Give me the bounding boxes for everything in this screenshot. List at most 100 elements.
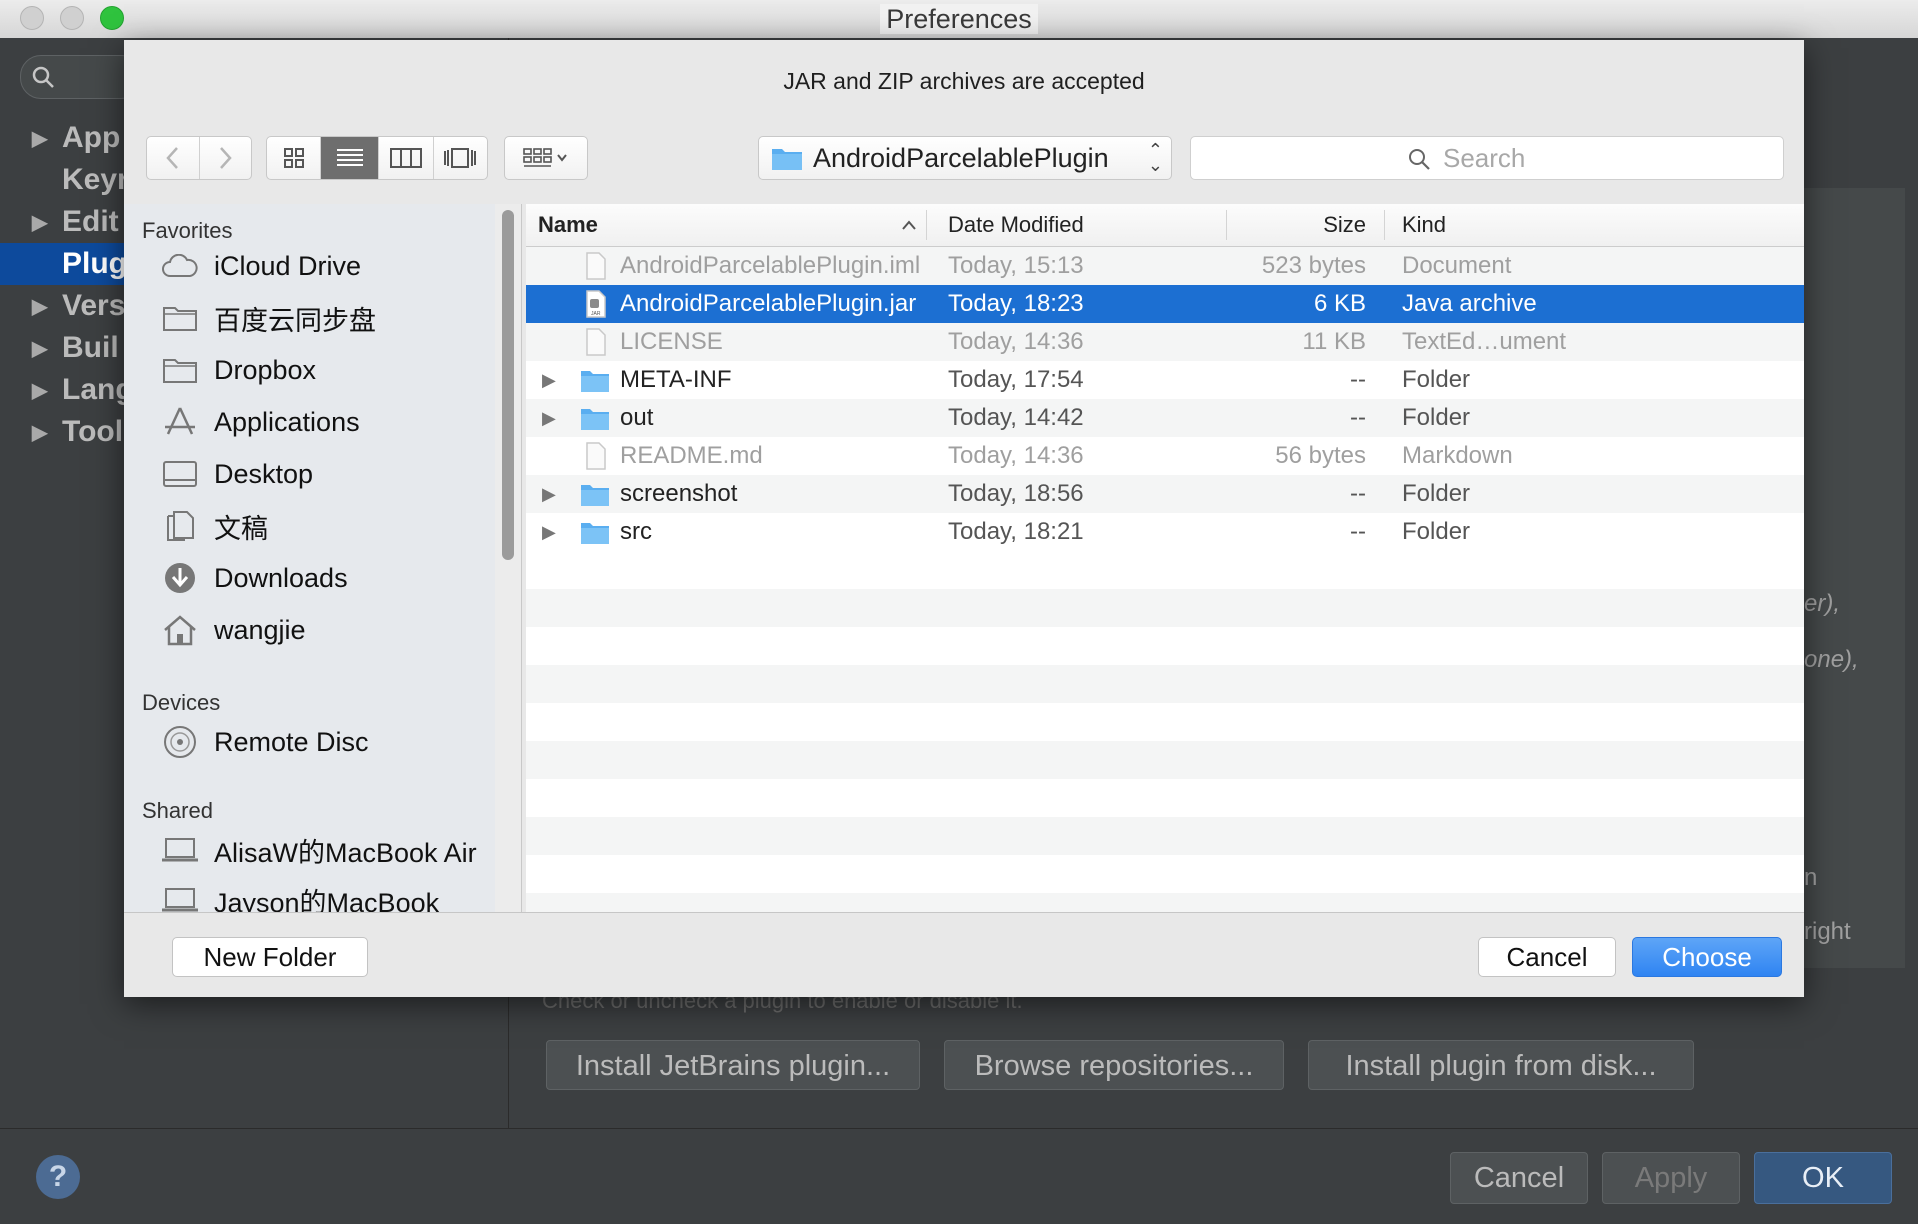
- file-date: Today, 17:54: [948, 366, 1084, 393]
- sidebar-section-shared: Shared: [142, 798, 213, 823]
- browse-repositories-button[interactable]: Browse repositories...: [944, 1040, 1284, 1090]
- preferences-cancel-button[interactable]: Cancel: [1450, 1152, 1588, 1204]
- file-list-header: Name Date Modified Size Kind: [526, 204, 1804, 247]
- sidebar-item-label: 百度云同步盘: [214, 305, 376, 336]
- arrange-menu-button[interactable]: [504, 136, 588, 180]
- settings-tree-item-keymap[interactable]: Keyr: [32, 159, 129, 201]
- file-row-readme[interactable]: README.md Today, 14:36 56 bytes Markdown: [526, 437, 1804, 475]
- install-plugin-from-disk-button[interactable]: Install plugin from disk...: [1308, 1040, 1694, 1090]
- expand-arrow-icon: ▶: [32, 212, 48, 235]
- sidebar-scrollbar[interactable]: [502, 210, 514, 560]
- file-row-jar[interactable]: JAR AndroidParcelablePlugin.jar Today, 1…: [526, 285, 1804, 323]
- sidebar-item-applications[interactable]: Applications: [160, 398, 360, 446]
- icon-view-button[interactable]: [267, 137, 322, 179]
- disclosure-triangle-icon[interactable]: ▶: [542, 475, 556, 513]
- back-button[interactable]: [147, 137, 200, 179]
- folder-icon: [163, 307, 197, 331]
- search-placeholder: Search: [1443, 143, 1526, 173]
- tree-item-label: Lang: [62, 373, 134, 406]
- file-row-meta-inf[interactable]: ▶ META-INF Today, 17:54 -- Folder: [526, 361, 1804, 399]
- dialog-button-bar: New Folder Cancel Choose: [124, 912, 1804, 997]
- file-date: Today, 18:56: [948, 480, 1084, 507]
- file-name: META-INF: [620, 366, 732, 393]
- cancel-button[interactable]: Cancel: [1478, 937, 1616, 977]
- arrange-icon: [523, 148, 567, 167]
- settings-tree-item-appearance[interactable]: ▶ App: [32, 117, 120, 159]
- location-popup[interactable]: AndroidParcelablePlugin ⌃ ⌄: [758, 136, 1172, 180]
- updown-chevron-icon: ⌃ ⌄: [1147, 140, 1163, 175]
- settings-tree-item-version-control[interactable]: ▶ Vers: [32, 285, 125, 327]
- coverflow-view-button[interactable]: [434, 137, 487, 179]
- expand-arrow-icon: ▶: [32, 296, 48, 319]
- file-name: AndroidParcelablePlugin.iml: [620, 252, 921, 279]
- file-date: Today, 18:23: [948, 290, 1084, 317]
- folder-icon: [772, 149, 802, 170]
- search-field[interactable]: Search: [1190, 136, 1784, 180]
- folder-icon: [581, 409, 609, 430]
- file-size: --: [1350, 404, 1366, 431]
- columns-icon: [390, 148, 423, 168]
- downloads-icon: [165, 563, 195, 593]
- settings-tree-item-languages[interactable]: ▶ Lang: [32, 369, 134, 411]
- forward-button[interactable]: [200, 137, 252, 179]
- file-chooser-sheet: JAR and ZIP archives are accepted Androi…: [124, 40, 1804, 997]
- sidebar-item-shared-computer[interactable]: AlisaW的MacBook Air: [160, 826, 477, 874]
- preferences-apply-button[interactable]: Apply: [1602, 1152, 1740, 1204]
- expand-arrow-icon: ▶: [32, 422, 48, 445]
- sidebar-item-desktop[interactable]: Desktop: [160, 450, 313, 498]
- file-row-screenshot[interactable]: ▶ screenshot Today, 18:56 -- Folder: [526, 475, 1804, 513]
- settings-tree-item-plugins[interactable]: Plug: [32, 243, 127, 285]
- file-row-iml[interactable]: AndroidParcelablePlugin.iml Today, 15:13…: [526, 247, 1804, 285]
- sidebar-item-label: 文稿: [214, 513, 268, 544]
- sidebar-item-label: Dropbox: [214, 354, 317, 385]
- disclosure-triangle-icon[interactable]: ▶: [542, 361, 556, 399]
- navigation-buttons: [146, 136, 252, 180]
- disclosure-triangle-icon[interactable]: ▶: [542, 399, 556, 437]
- sidebar-item-remote-disc[interactable]: Remote Disc: [160, 718, 369, 766]
- file-date: Today, 14:36: [948, 328, 1084, 355]
- sidebar-item-shared-computer[interactable]: Jayson的MacBook: [160, 876, 439, 912]
- disclosure-triangle-icon[interactable]: ▶: [542, 513, 556, 551]
- file-row-out[interactable]: ▶ out Today, 14:42 -- Folder: [526, 399, 1804, 437]
- column-header-size[interactable]: Size: [1246, 204, 1366, 246]
- empty-row: [526, 589, 1804, 627]
- column-header-name[interactable]: Name: [538, 204, 598, 246]
- file-row-license[interactable]: LICENSE Today, 14:36 11 KB TextEd…ument: [526, 323, 1804, 361]
- sidebar-item-label: Jayson的MacBook: [214, 887, 440, 913]
- file-name: AndroidParcelablePlugin.jar: [620, 290, 917, 317]
- sidebar-item-dropbox[interactable]: Dropbox: [160, 346, 316, 394]
- help-button[interactable]: ?: [36, 1155, 80, 1199]
- choose-button[interactable]: Choose: [1632, 937, 1782, 977]
- dialog-message: JAR and ZIP archives are accepted: [783, 68, 1145, 94]
- settings-tree-item-build[interactable]: ▶ Buil: [32, 327, 119, 369]
- list-view-button[interactable]: [321, 137, 380, 179]
- sidebar-item-documents[interactable]: 文稿: [160, 502, 268, 550]
- laptop-icon: [162, 838, 198, 862]
- settings-tree-item-editor[interactable]: ▶ Edit: [32, 201, 119, 243]
- file-name: screenshot: [620, 480, 738, 507]
- sidebar-item-icloud-drive[interactable]: iCloud Drive: [160, 242, 361, 290]
- tree-item-label: Buil: [62, 331, 119, 364]
- sidebar-item-baidu-sync[interactable]: 百度云同步盘: [160, 294, 376, 342]
- file-size: --: [1350, 480, 1366, 507]
- install-jetbrains-plugin-button[interactable]: Install JetBrains plugin...: [546, 1040, 920, 1090]
- cloud-icon: [162, 254, 198, 277]
- sidebar-item-downloads[interactable]: Downloads: [160, 554, 348, 602]
- file-size: --: [1350, 366, 1366, 393]
- sidebar-item-label: wangjie: [214, 614, 306, 645]
- new-folder-button[interactable]: New Folder: [172, 937, 368, 977]
- search-icon: [32, 66, 54, 88]
- file-list: Name Date Modified Size Kind AndroidParc…: [526, 204, 1804, 912]
- file-row-src[interactable]: ▶ src Today, 18:21 -- Folder: [526, 513, 1804, 551]
- coverflow-icon: [444, 148, 477, 168]
- file-kind: Folder: [1402, 366, 1471, 393]
- column-header-kind[interactable]: Kind: [1402, 204, 1446, 246]
- column-view-button[interactable]: [379, 137, 434, 179]
- settings-tree-item-tools[interactable]: ▶ Tool: [32, 411, 123, 453]
- sidebar-item-home[interactable]: wangjie: [160, 606, 306, 654]
- file-kind: Folder: [1402, 404, 1471, 431]
- column-header-date-modified[interactable]: Date Modified: [948, 204, 1084, 246]
- tree-item-label: Vers: [62, 289, 126, 322]
- file-name: README.md: [620, 442, 763, 469]
- preferences-ok-button[interactable]: OK: [1754, 1152, 1892, 1204]
